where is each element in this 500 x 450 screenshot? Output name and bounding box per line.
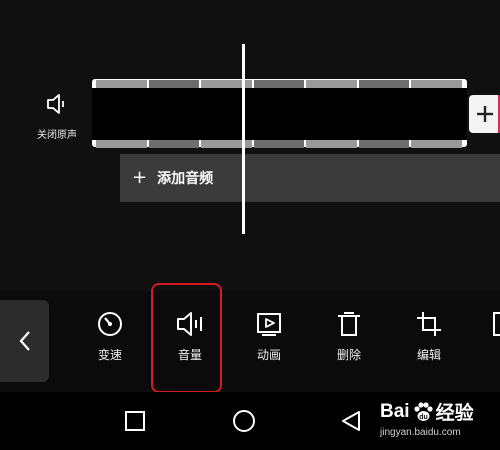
add-clip-button[interactable] (469, 95, 500, 133)
timeline-area: 关闭原声 + 添加音频 (0, 0, 500, 290)
paw-logo-icon: du (413, 401, 433, 421)
bottom-toolbar: 变速 音量 动画 删除 编辑 (0, 292, 500, 392)
tool-speed[interactable]: 变速 (75, 310, 145, 363)
tool-edit[interactable]: 编辑 (394, 310, 464, 363)
partial-tool-icon (493, 312, 500, 336)
plus-icon (476, 106, 493, 122)
tool-label: 删除 (336, 348, 361, 362)
watermark-brand-right: 经验 (435, 403, 474, 424)
mute-original-button[interactable]: 关闭原声 (25, 92, 89, 152)
volume-highlight-box (151, 283, 222, 393)
back-icon[interactable] (340, 410, 362, 432)
toolbar-back-button[interactable] (0, 300, 49, 382)
svg-text:du: du (419, 414, 428, 421)
tool-label: 变速 (97, 348, 122, 362)
mute-original-label: 关闭原声 (37, 130, 77, 141)
chevron-left-icon (19, 331, 30, 351)
add-audio-button[interactable]: + 添加音频 (120, 154, 500, 202)
animation-icon (257, 313, 281, 336)
delete-icon (338, 312, 360, 336)
baidu-watermark: Bai du 经验 jingyan.baidu.com (380, 398, 474, 439)
add-audio-label: 添加音频 (157, 171, 214, 187)
clip-thumbnails-top (96, 80, 463, 88)
video-clip-body[interactable] (92, 88, 467, 140)
watermark-brand-left: Bai (380, 400, 410, 422)
home-icon[interactable] (232, 410, 256, 434)
crop-icon (417, 312, 441, 336)
speaker-icon (47, 94, 64, 114)
clip-thumbnails-bottom (96, 140, 463, 148)
recent-apps-icon[interactable] (124, 410, 146, 432)
playhead[interactable] (242, 44, 245, 234)
speed-icon (98, 312, 122, 336)
tool-delete[interactable]: 删除 (314, 310, 384, 363)
watermark-url: jingyan.baidu.com (380, 427, 461, 438)
tool-animation[interactable]: 动画 (234, 310, 304, 363)
tool-label: 动画 (256, 348, 281, 362)
tool-label: 编辑 (416, 348, 441, 362)
tool-more-partial[interactable] (474, 310, 500, 338)
plus-icon: + (132, 167, 148, 188)
